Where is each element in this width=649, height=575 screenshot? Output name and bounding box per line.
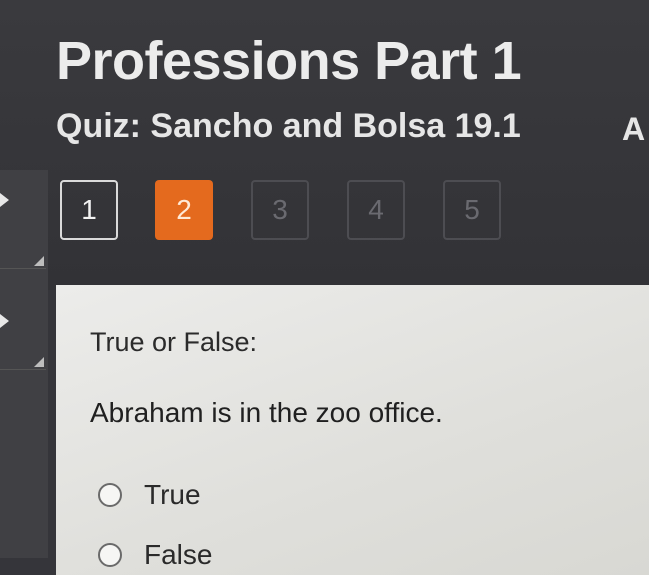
question-nav-button-2[interactable]: 2: [155, 180, 213, 240]
answer-option-false[interactable]: False: [98, 539, 212, 571]
question-nav-button-3[interactable]: 3: [251, 180, 309, 240]
question-nav-button-5[interactable]: 5: [443, 180, 501, 240]
radio-button[interactable]: [98, 543, 122, 567]
sidebar-divider: [0, 369, 46, 370]
truncated-header-text: A: [622, 111, 646, 147]
question-prompt: True or False:: [90, 327, 258, 357]
question-statement: Abraham is in the zoo office.: [90, 397, 443, 428]
question-card: True or False: Abraham is in the zoo off…: [56, 285, 649, 575]
answer-option-true[interactable]: True: [98, 479, 201, 511]
answer-option-label: True: [144, 479, 201, 510]
chevron-right-icon[interactable]: [0, 314, 9, 328]
page-title: Professions Part 1: [56, 31, 522, 91]
question-nav-button-1[interactable]: 1: [60, 180, 118, 240]
radio-button[interactable]: [98, 483, 122, 507]
sidebar-divider: [0, 268, 46, 269]
quiz-title: Quiz: Sancho and Bolsa 19.1: [56, 107, 521, 145]
question-nav-button-4[interactable]: 4: [347, 180, 405, 240]
answer-option-label: False: [144, 539, 213, 570]
resize-corner-icon: [34, 357, 44, 367]
resize-corner-icon: [34, 256, 44, 266]
chevron-right-icon[interactable]: [0, 193, 9, 207]
